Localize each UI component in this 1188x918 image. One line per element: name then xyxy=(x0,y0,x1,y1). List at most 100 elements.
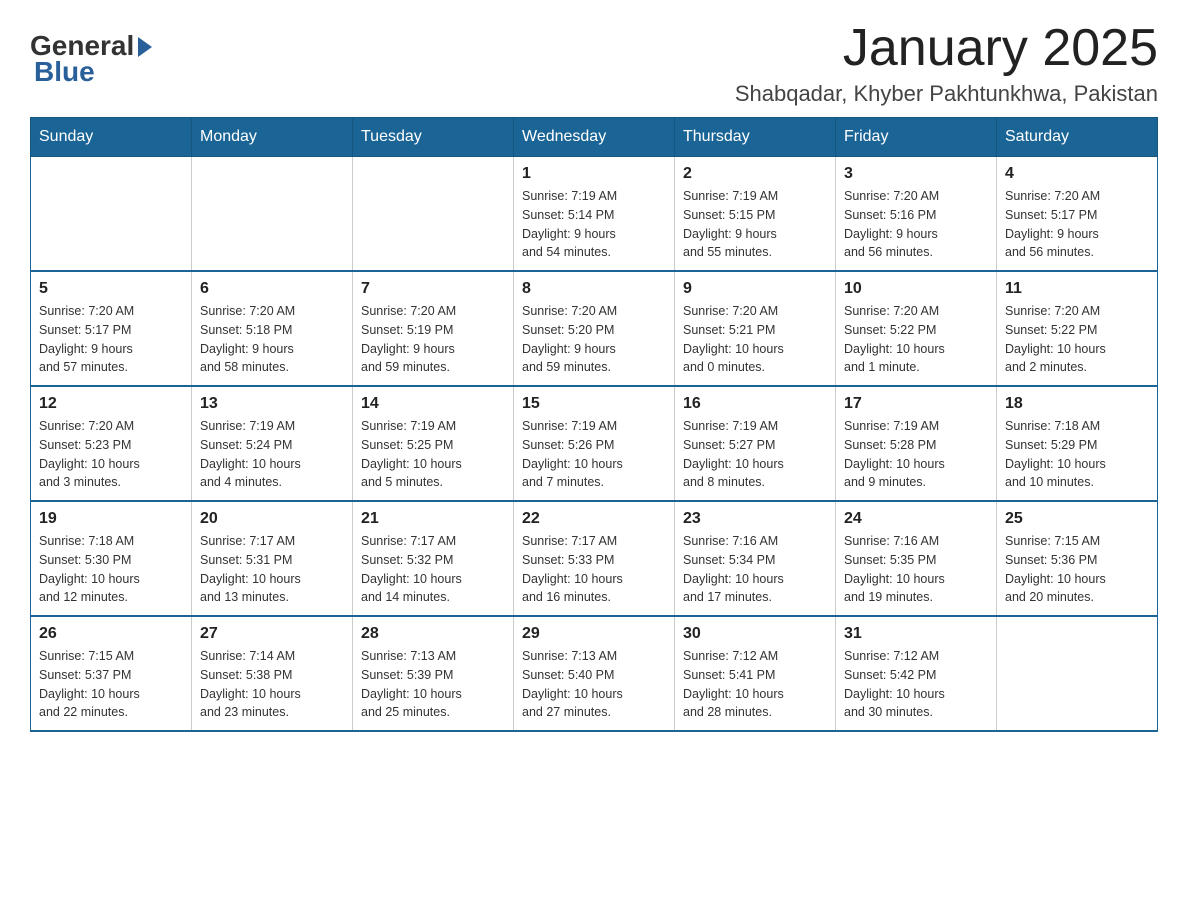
header-day-friday: Friday xyxy=(836,118,997,157)
day-number: 14 xyxy=(361,395,505,413)
calendar-cell xyxy=(192,157,353,272)
logo-blue: Blue xyxy=(34,56,95,88)
day-number: 19 xyxy=(39,510,183,528)
calendar-cell: 26 Sunrise: 7:15 AMSunset: 5:37 PMDayligh… xyxy=(31,616,192,731)
day-number: 22 xyxy=(522,510,666,528)
calendar-cell: 22 Sunrise: 7:17 AMSunset: 5:33 PMDayligh… xyxy=(514,501,675,616)
header-day-saturday: Saturday xyxy=(997,118,1158,157)
calendar-cell: 30Sunrise: 7:12 AMSunset: 5:41 PMDayligh… xyxy=(675,616,836,731)
day-info: Sunrise: 7:17 AMSunset: 5:31 PMDaylight:… xyxy=(200,532,344,607)
day-info: Sunrise: 7:13 AMSunset: 5:39 PMDaylight:… xyxy=(361,647,505,722)
month-title: January 2025 xyxy=(735,20,1158,77)
day-number: 30 xyxy=(683,625,827,643)
day-number: 18 xyxy=(1005,395,1149,413)
day-number: 1 xyxy=(522,165,666,183)
calendar-cell: 18Sunrise: 7:18 AMSunset: 5:29 PMDayligh… xyxy=(997,386,1158,501)
calendar-cell xyxy=(997,616,1158,731)
day-number: 5 xyxy=(39,280,183,298)
calendar-week-row: 5Sunrise: 7:20 AMSunset: 5:17 PMDaylight… xyxy=(31,271,1158,386)
day-number: 21 xyxy=(361,510,505,528)
day-number: 3 xyxy=(844,165,988,183)
calendar-cell: 20 Sunrise: 7:17 AMSunset: 5:31 PMDayligh… xyxy=(192,501,353,616)
calendar-cell: 8 Sunrise: 7:20 AMSunset: 5:20 PMDaylight… xyxy=(514,271,675,386)
calendar-cell: 14 Sunrise: 7:19 AMSunset: 5:25 PMDayligh… xyxy=(353,386,514,501)
day-number: 31 xyxy=(844,625,988,643)
day-number: 13 xyxy=(200,395,344,413)
day-number: 17 xyxy=(844,395,988,413)
day-info: Sunrise: 7:20 AMSunset: 5:20 PMDaylight:… xyxy=(522,302,666,377)
calendar-cell: 16 Sunrise: 7:19 AMSunset: 5:27 PMDayligh… xyxy=(675,386,836,501)
calendar-cell xyxy=(31,157,192,272)
day-number: 7 xyxy=(361,280,505,298)
calendar-cell: 5Sunrise: 7:20 AMSunset: 5:17 PMDaylight… xyxy=(31,271,192,386)
calendar-cell: 10Sunrise: 7:20 AMSunset: 5:22 PMDayligh… xyxy=(836,271,997,386)
calendar-cell: 12Sunrise: 7:20 AMSunset: 5:23 PMDayligh… xyxy=(31,386,192,501)
day-info: Sunrise: 7:15 AMSunset: 5:37 PMDaylight:… xyxy=(39,647,183,722)
calendar-cell: 9 Sunrise: 7:20 AMSunset: 5:21 PMDaylight… xyxy=(675,271,836,386)
calendar-cell xyxy=(353,157,514,272)
calendar-cell: 7 Sunrise: 7:20 AMSunset: 5:19 PMDaylight… xyxy=(353,271,514,386)
calendar-cell: 11Sunrise: 7:20 AMSunset: 5:22 PMDayligh… xyxy=(997,271,1158,386)
day-info: Sunrise: 7:19 AMSunset: 5:28 PMDaylight:… xyxy=(844,417,988,492)
day-info: Sunrise: 7:19 AMSunset: 5:15 PMDaylight:… xyxy=(683,187,827,262)
logo: General Blue xyxy=(30,30,152,88)
calendar-week-row: 1 Sunrise: 7:19 AMSunset: 5:14 PMDaylight… xyxy=(31,157,1158,272)
day-info: Sunrise: 7:17 AMSunset: 5:32 PMDaylight:… xyxy=(361,532,505,607)
day-info: Sunrise: 7:20 AMSunset: 5:17 PMDaylight:… xyxy=(1005,187,1149,262)
day-info: Sunrise: 7:20 AMSunset: 5:19 PMDaylight:… xyxy=(361,302,505,377)
location-title: Shabqadar, Khyber Pakhtunkhwa, Pakistan xyxy=(735,81,1158,107)
calendar-header: SundayMondayTuesdayWednesdayThursdayFrid… xyxy=(31,118,1158,157)
header-day-wednesday: Wednesday xyxy=(514,118,675,157)
calendar-week-row: 26 Sunrise: 7:15 AMSunset: 5:37 PMDayligh… xyxy=(31,616,1158,731)
day-info: Sunrise: 7:20 AMSunset: 5:21 PMDaylight:… xyxy=(683,302,827,377)
day-number: 24 xyxy=(844,510,988,528)
day-number: 27 xyxy=(200,625,344,643)
day-info: Sunrise: 7:20 AMSunset: 5:18 PMDaylight:… xyxy=(200,302,344,377)
calendar-cell: 6Sunrise: 7:20 AMSunset: 5:18 PMDaylight… xyxy=(192,271,353,386)
day-info: Sunrise: 7:19 AMSunset: 5:27 PMDaylight:… xyxy=(683,417,827,492)
calendar-cell: 3 Sunrise: 7:20 AMSunset: 5:16 PMDaylight… xyxy=(836,157,997,272)
day-number: 2 xyxy=(683,165,827,183)
day-info: Sunrise: 7:17 AMSunset: 5:33 PMDaylight:… xyxy=(522,532,666,607)
header-row: SundayMondayTuesdayWednesdayThursdayFrid… xyxy=(31,118,1158,157)
day-info: Sunrise: 7:14 AMSunset: 5:38 PMDaylight:… xyxy=(200,647,344,722)
calendar-cell: 21 Sunrise: 7:17 AMSunset: 5:32 PMDayligh… xyxy=(353,501,514,616)
day-info: Sunrise: 7:15 AMSunset: 5:36 PMDaylight:… xyxy=(1005,532,1149,607)
calendar-body: 1 Sunrise: 7:19 AMSunset: 5:14 PMDaylight… xyxy=(31,157,1158,732)
calendar-week-row: 19Sunrise: 7:18 AMSunset: 5:30 PMDayligh… xyxy=(31,501,1158,616)
logo-arrow-icon xyxy=(138,37,152,57)
calendar-table: SundayMondayTuesdayWednesdayThursdayFrid… xyxy=(30,117,1158,732)
day-number: 12 xyxy=(39,395,183,413)
day-info: Sunrise: 7:12 AMSunset: 5:42 PMDaylight:… xyxy=(844,647,988,722)
day-number: 26 xyxy=(39,625,183,643)
calendar-cell: 24 Sunrise: 7:16 AMSunset: 5:35 PMDayligh… xyxy=(836,501,997,616)
day-number: 9 xyxy=(683,280,827,298)
calendar-cell: 1 Sunrise: 7:19 AMSunset: 5:14 PMDaylight… xyxy=(514,157,675,272)
day-number: 28 xyxy=(361,625,505,643)
calendar-cell: 4 Sunrise: 7:20 AMSunset: 5:17 PMDaylight… xyxy=(997,157,1158,272)
day-number: 20 xyxy=(200,510,344,528)
day-number: 8 xyxy=(522,280,666,298)
calendar-cell: 15Sunrise: 7:19 AMSunset: 5:26 PMDayligh… xyxy=(514,386,675,501)
header-day-thursday: Thursday xyxy=(675,118,836,157)
day-number: 11 xyxy=(1005,280,1149,298)
header-day-tuesday: Tuesday xyxy=(353,118,514,157)
page-header: General Blue January 2025 Shabqadar, Khy… xyxy=(30,20,1158,107)
day-info: Sunrise: 7:16 AMSunset: 5:35 PMDaylight:… xyxy=(844,532,988,607)
calendar-cell: 28 Sunrise: 7:13 AMSunset: 5:39 PMDayligh… xyxy=(353,616,514,731)
day-info: Sunrise: 7:13 AMSunset: 5:40 PMDaylight:… xyxy=(522,647,666,722)
day-number: 4 xyxy=(1005,165,1149,183)
calendar-cell: 19Sunrise: 7:18 AMSunset: 5:30 PMDayligh… xyxy=(31,501,192,616)
day-number: 16 xyxy=(683,395,827,413)
day-info: Sunrise: 7:19 AMSunset: 5:25 PMDaylight:… xyxy=(361,417,505,492)
day-info: Sunrise: 7:20 AMSunset: 5:16 PMDaylight:… xyxy=(844,187,988,262)
day-info: Sunrise: 7:20 AMSunset: 5:22 PMDaylight:… xyxy=(844,302,988,377)
calendar-week-row: 12Sunrise: 7:20 AMSunset: 5:23 PMDayligh… xyxy=(31,386,1158,501)
title-section: January 2025 Shabqadar, Khyber Pakhtunkh… xyxy=(735,20,1158,107)
day-info: Sunrise: 7:16 AMSunset: 5:34 PMDaylight:… xyxy=(683,532,827,607)
day-info: Sunrise: 7:19 AMSunset: 5:26 PMDaylight:… xyxy=(522,417,666,492)
header-day-monday: Monday xyxy=(192,118,353,157)
calendar-cell: 31 Sunrise: 7:12 AMSunset: 5:42 PMDayligh… xyxy=(836,616,997,731)
header-day-sunday: Sunday xyxy=(31,118,192,157)
day-info: Sunrise: 7:19 AMSunset: 5:14 PMDaylight:… xyxy=(522,187,666,262)
